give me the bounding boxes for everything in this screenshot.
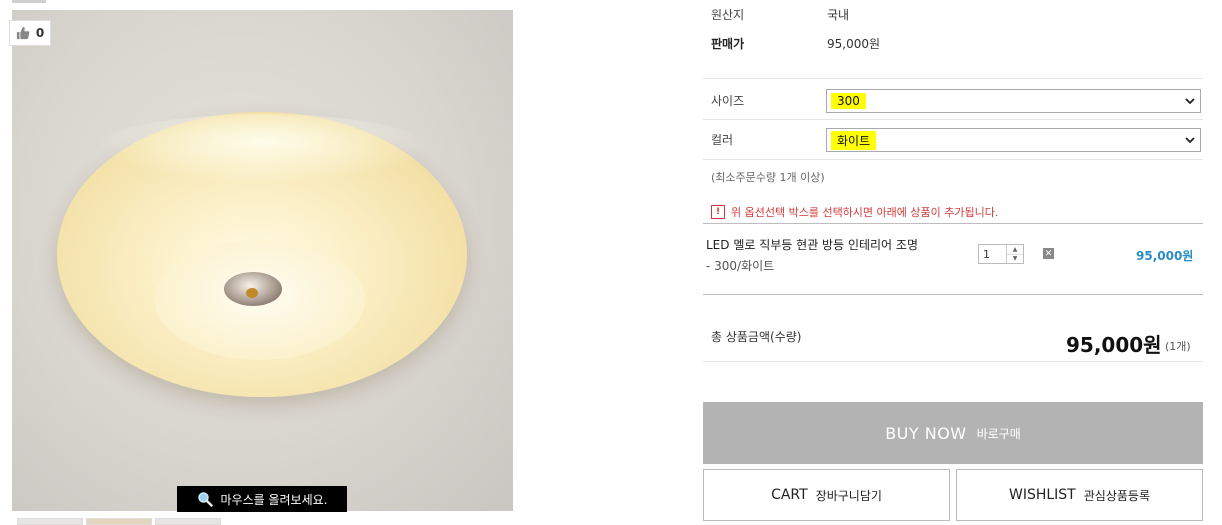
min-order-quantity: (최소주문수량 1개 이상) (711, 171, 825, 184)
divider (703, 78, 1203, 79)
buy-now-label: BUY NOW (885, 423, 967, 443)
price-value: 95,000원 (827, 37, 881, 51)
selected-item-price: 95,000원 (1136, 249, 1194, 263)
size-select[interactable]: 300 (826, 89, 1201, 113)
divider (703, 223, 1203, 224)
selected-item-option: - 300/화이트 (706, 259, 775, 273)
divider (703, 361, 1203, 362)
quantity-stepper[interactable]: 1 ▲ ▼ (978, 244, 1024, 264)
cart-label: CART (771, 487, 808, 503)
size-label: 사이즈 (711, 94, 745, 108)
like-count: 0 (35, 26, 45, 40)
close-icon: ✕ (1044, 248, 1053, 259)
divider (703, 159, 1203, 160)
thumbnail-3[interactable] (155, 518, 221, 525)
quantity-down-icon[interactable]: ▼ (1007, 253, 1023, 264)
color-label: 컬러 (711, 133, 734, 147)
wishlist-label: WISHLIST (1008, 487, 1076, 503)
size-select-value: 300 (831, 93, 866, 109)
origin-label: 원산지 (711, 8, 745, 22)
option-notice: ! 위 옵션선택 박스를 선택하시면 아래에 상품이 추가됩니다. (711, 204, 998, 220)
divider (703, 119, 1203, 120)
quantity-up-icon[interactable]: ▲ (1007, 245, 1023, 254)
cart-sublabel: 장바구니담기 (815, 488, 882, 503)
thumbnail-1[interactable] (17, 518, 83, 525)
image-top-strip (12, 0, 46, 3)
total-price: 95,000원 (1066, 333, 1162, 357)
total-label: 총 상품금액(수량) (711, 330, 802, 344)
lamp-center-screw (246, 288, 258, 298)
zoom-hint-text: 마우스를 올려보세요. (220, 492, 328, 507)
add-to-cart-button[interactable]: CART 장바구니담기 (703, 469, 950, 521)
lamp-rim (95, 114, 430, 184)
color-select-value: 화이트 (831, 130, 877, 150)
divider (703, 294, 1203, 295)
remove-item-button[interactable]: ✕ (1043, 248, 1054, 259)
chevron-down-icon (1185, 98, 1195, 105)
magnifier-icon (197, 492, 213, 507)
chevron-down-icon (1185, 137, 1195, 144)
selected-item-name: LED 멜로 직부등 현관 방등 인테리어 조명 (706, 238, 918, 252)
wishlist-sublabel: 관심상품등록 (1083, 488, 1150, 503)
price-label: 판매가 (711, 37, 745, 51)
thumbs-up-icon (16, 26, 30, 40)
zoom-hint[interactable]: 마우스를 올려보세요. (177, 486, 347, 512)
origin-value: 국내 (827, 8, 850, 22)
buy-now-sublabel: 바로구매 (976, 426, 1021, 441)
exclamation-icon: ! (711, 205, 725, 219)
quantity-value[interactable]: 1 (979, 245, 1006, 263)
total-count: (1개) (1165, 340, 1191, 353)
option-notice-text: 위 옵션선택 박스를 선택하시면 아래에 상품이 추가됩니다. (731, 206, 999, 219)
buy-now-button[interactable]: BUY NOW 바로구매 (703, 402, 1203, 464)
like-button[interactable]: 0 (9, 20, 51, 46)
color-select[interactable]: 화이트 (826, 128, 1201, 152)
wishlist-button[interactable]: WISHLIST 관심상품등록 (956, 469, 1203, 521)
thumbnail-2[interactable] (86, 518, 152, 525)
